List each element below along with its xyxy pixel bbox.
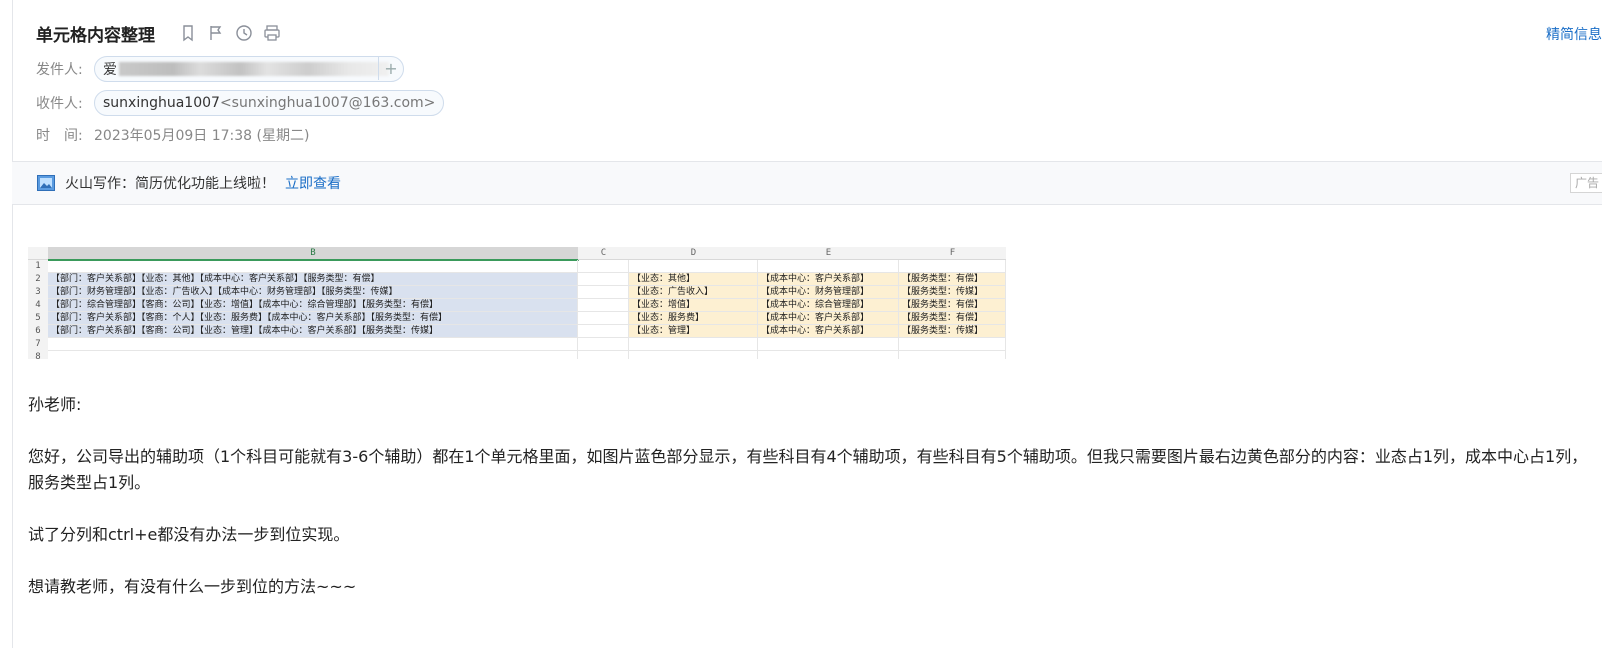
sheet-cell xyxy=(578,286,629,299)
sheet-cell: 【服务类型：有偿】 xyxy=(899,299,1006,312)
divider xyxy=(12,204,1602,205)
sheet-row-header: 6 xyxy=(28,325,48,339)
sheet-cell xyxy=(578,260,629,273)
bookmark-icon[interactable] xyxy=(177,22,199,44)
sheet-cell: 【服务类型：有偿】 xyxy=(899,273,1006,286)
sheet-column-header: B xyxy=(48,247,579,261)
sheet-cell: 【成本中心：客户关系部】 xyxy=(758,325,899,338)
sheet-row-header: 8 xyxy=(28,351,48,359)
sheet-column-header: C xyxy=(578,247,630,260)
sheet-row-header: 1 xyxy=(28,260,48,274)
ad-text: 火山写作：简历优化功能上线啦！ xyxy=(65,176,275,192)
sheet-row-header: 3 xyxy=(28,286,48,300)
sheet-cell xyxy=(629,351,758,359)
to-label: 收件人: xyxy=(36,96,83,112)
sheet-cell: 【业态：广告收入】 xyxy=(629,286,758,299)
sheet-cell xyxy=(758,351,899,359)
sheet-cell: 【业态：服务费】 xyxy=(629,312,758,325)
sheet-cell: 【部门：客户关系部】【客商：个人】【业态：服务费】【成本中心：客户关系部】【服务… xyxy=(48,312,578,325)
sheet-cell: 【部门：客户关系部】【客商：公司】【业态：管理】【成本中心：客户关系部】【服务类… xyxy=(48,325,578,338)
to-row: 收件人: sunxinghua1007 <sunxinghua1007@163.… xyxy=(36,90,445,116)
sheet-cell xyxy=(758,260,899,273)
time-label: 时 间: xyxy=(36,128,83,144)
ad-view-link[interactable]: 立即查看 xyxy=(285,173,341,193)
sender-name: 爱 xyxy=(103,62,117,78)
sheet-cell xyxy=(578,325,629,338)
sheet-cell xyxy=(578,338,629,351)
from-row: 发件人: 爱 + xyxy=(36,56,404,82)
sheet-cell xyxy=(578,312,629,325)
sheet-cell: 【服务类型：传媒】 xyxy=(899,286,1006,299)
sheet-cell xyxy=(578,273,629,286)
recipient-email: <sunxinghua1007@163.com> xyxy=(219,95,436,111)
ad-app-icon xyxy=(37,175,55,191)
mail-body: 孙老师: 您好，公司导出的辅助项（1个科目可能就有3-6个辅助）都在1个单元格里… xyxy=(28,392,1602,600)
sheet-column-header: E xyxy=(758,247,900,260)
ad-bar: 火山写作：简历优化功能上线啦！ 立即查看 广告 xyxy=(12,162,1602,204)
sheet-cell: 【业态：其他】 xyxy=(629,273,758,286)
sheet-cell: 【部门：综合管理部】【客商：公司】【业态：增值】【成本中心：综合管理部】【服务类… xyxy=(48,299,578,312)
clock-icon[interactable] xyxy=(233,22,255,44)
body-paragraph: 试了分列和ctrl+e都没有办法一步到位实现。 xyxy=(28,525,350,544)
print-icon[interactable] xyxy=(261,22,283,44)
sheet-cell xyxy=(629,338,758,351)
body-paragraph: 您好，公司导出的辅助项（1个科目可能就有3-6个辅助）都在1个单元格里面，如图片… xyxy=(28,447,1588,492)
sheet-cell xyxy=(578,299,629,312)
sheet-cell: 【部门：财务管理部】【业态：广告收入】【成本中心：财务管理部】【服务类型：传媒】 xyxy=(48,286,578,299)
subject-row: 单元格内容整理 xyxy=(36,18,283,48)
sheet-cell: 【业态：增值】 xyxy=(629,299,758,312)
sheet-cell: 【业态：管理】 xyxy=(629,325,758,338)
sheet-row-header: 2 xyxy=(28,273,48,287)
redacted-sender xyxy=(119,62,389,76)
sheet-column-header: D xyxy=(629,247,759,260)
sheet-cell xyxy=(629,260,758,273)
ad-badge: 广告 xyxy=(1569,173,1602,193)
add-contact-icon[interactable]: + xyxy=(378,56,403,80)
recipient-chip[interactable]: sunxinghua1007 <sunxinghua1007@163.com> xyxy=(94,90,445,116)
subject-actions xyxy=(177,22,283,44)
flag-icon[interactable] xyxy=(205,22,227,44)
brief-info-link[interactable]: 精简信息 xyxy=(1546,24,1602,44)
sheet-corner xyxy=(28,247,49,260)
sheet-cell: 【成本中心：财务管理部】 xyxy=(758,286,899,299)
sheet-cell: 【服务类型：有偿】 xyxy=(899,312,1006,325)
mail-subject: 单元格内容整理 xyxy=(36,25,155,46)
sheet-cell xyxy=(48,351,578,359)
time-value: 2023年05月09日 17:38 (星期二) xyxy=(94,128,310,144)
from-label: 发件人: xyxy=(36,62,83,78)
sheet-column-header: F xyxy=(899,247,1006,260)
sheet-cell xyxy=(48,338,578,351)
sheet-cell: 【成本中心：综合管理部】 xyxy=(758,299,899,312)
sheet-cell xyxy=(899,338,1006,351)
sheet-cell: 【部门：客户关系部】【业态：其他】【成本中心：客户关系部】【服务类型：有偿】 xyxy=(48,273,578,286)
sheet-cell xyxy=(578,351,629,359)
left-border xyxy=(12,0,13,648)
body-paragraph: 想请教老师，有没有什么一步到位的方法~~~ xyxy=(28,577,357,596)
sheet-cell xyxy=(899,351,1006,359)
sheet-row-header: 5 xyxy=(28,312,48,326)
sheet-cell xyxy=(48,260,578,273)
spreadsheet-image: B C D E F 1 2 【部门：客户关系部】【业态：其他】【成本中心：客户关系部】【服务类… xyxy=(28,247,1006,359)
sheet-row-header: 7 xyxy=(28,338,48,352)
sender-chip[interactable]: 爱 + xyxy=(94,56,404,82)
time-row: 时 间: 2023年05月09日 17:38 (星期二) xyxy=(36,125,309,145)
sheet-cell: 【成本中心：客户关系部】 xyxy=(758,273,899,286)
sheet-cell: 【成本中心：客户关系部】 xyxy=(758,312,899,325)
sheet-row-header: 4 xyxy=(28,299,48,313)
recipient-name: sunxinghua1007 xyxy=(103,95,220,111)
sheet-cell: 【服务类型：传媒】 xyxy=(899,325,1006,338)
sheet-cell xyxy=(899,260,1006,273)
greeting: 孙老师: xyxy=(28,395,82,414)
sheet-cell xyxy=(758,338,899,351)
